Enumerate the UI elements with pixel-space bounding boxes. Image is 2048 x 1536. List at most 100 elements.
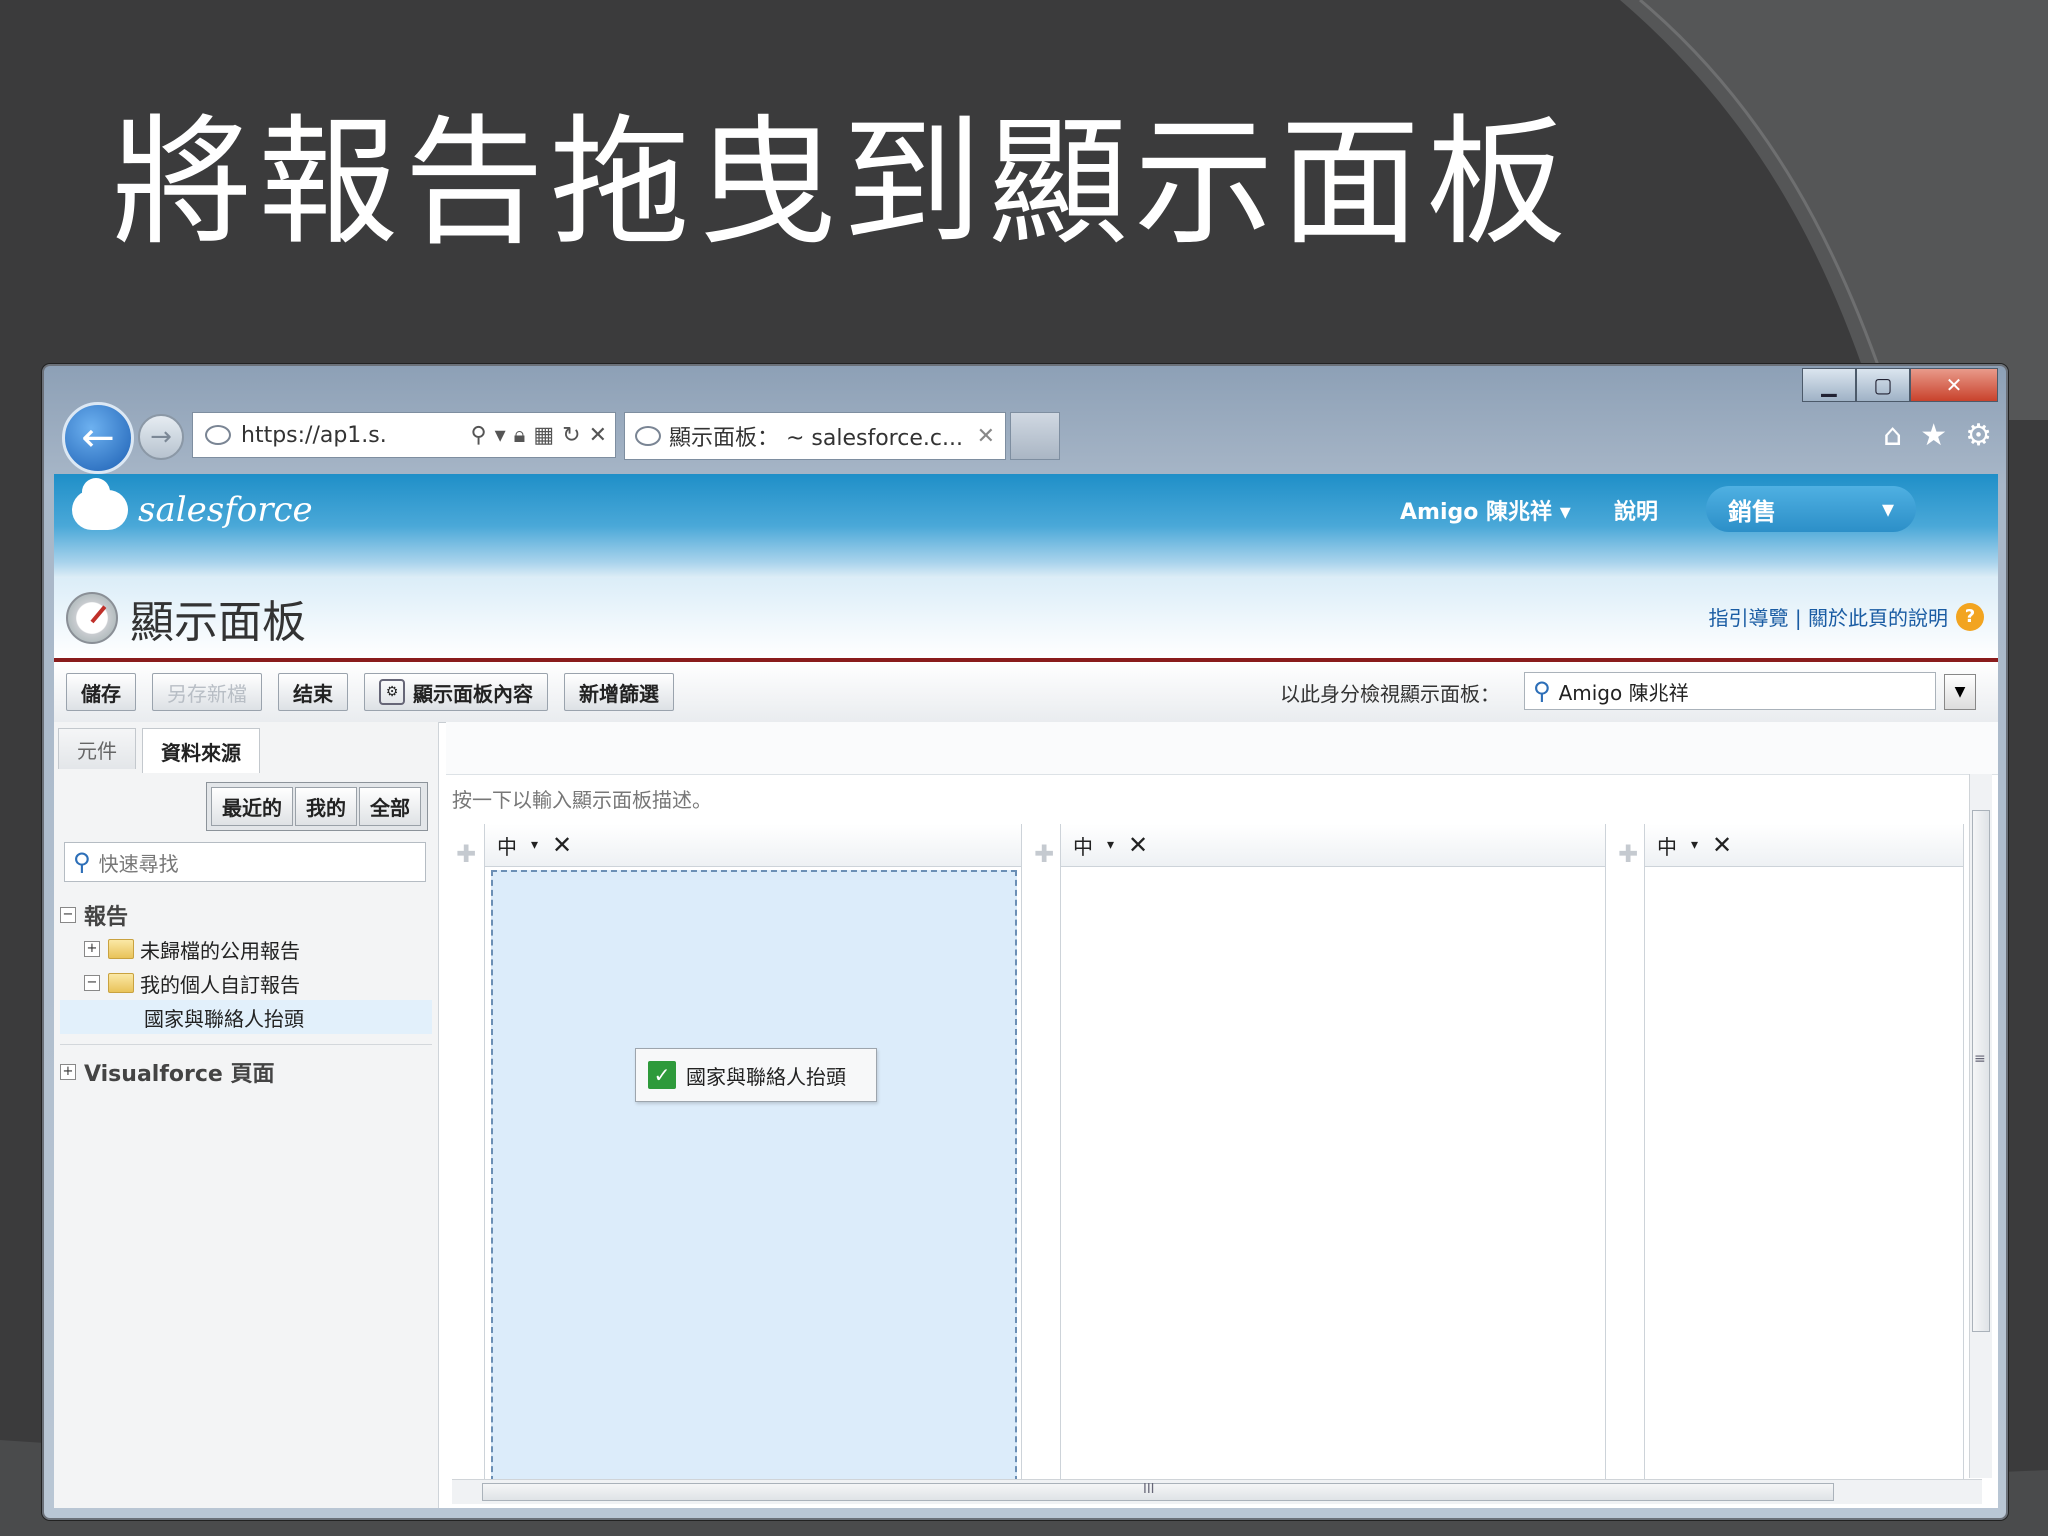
- add-column-icon[interactable]: ✚: [1034, 840, 1054, 868]
- filter-recent[interactable]: 最近的: [211, 787, 293, 826]
- add-filter-button[interactable]: 新增篩選: [564, 673, 674, 711]
- dashboard-canvas: 按一下以輸入顯示面板描述。 ✚ 中 ▾ ✕ ✓ 國家與聯絡人抬頭 ✚ 中 ▾ ✕…: [446, 722, 1998, 1508]
- tree-label: 未歸檔的公用報告: [140, 938, 300, 963]
- description-prompt[interactable]: 按一下以輸入顯示面板描述。: [452, 784, 712, 813]
- tree-node-report-item[interactable]: 國家與聯絡人抬頭: [60, 1000, 432, 1034]
- source-tree: − 報告 + 未歸檔的公用報告 − 我的個人自訂報告 國家與聯絡人抬頭 + Vi…: [60, 898, 432, 1089]
- close-icon[interactable]: ✕: [1910, 368, 1998, 402]
- close-button[interactable]: 结束: [278, 673, 348, 711]
- arrow-left-icon: ←: [81, 415, 115, 461]
- view-as-value: Amigo 陳兆祥: [1558, 680, 1689, 705]
- browser-toolbar-icons: ⌂ ★ ⚙: [1883, 418, 1992, 453]
- chevron-down-icon[interactable]: ▾: [495, 423, 506, 448]
- tree-node-personal[interactable]: − 我的個人自訂報告: [60, 966, 432, 1000]
- view-as-label: 以此身分檢視顯示面板：: [1280, 682, 1500, 706]
- scroll-thumb[interactable]: ≡: [1972, 810, 1990, 1332]
- data-source-panel: 元件 資料來源 最近的 我的 全部 ⚲ 快速尋找 − 報告 + 未歸檔的公用報告…: [54, 722, 439, 1508]
- dashboard-column-3: 中 ▾ ✕: [1644, 824, 1964, 1482]
- tree-label: 我的個人自訂報告: [140, 972, 300, 997]
- tab-data-sources[interactable]: 資料來源: [142, 728, 260, 773]
- save-button[interactable]: 儲存: [66, 673, 136, 711]
- chevron-down-icon[interactable]: ▾: [531, 837, 538, 853]
- add-column-icon[interactable]: ✚: [456, 840, 476, 868]
- maximize-icon[interactable]: ▢: [1856, 368, 1910, 402]
- quick-find-placeholder: 快速尋找: [98, 851, 179, 876]
- salesforce-logo[interactable]: salesforce: [72, 478, 313, 530]
- scroll-grip-icon: III: [1143, 1482, 1155, 1497]
- browser-tab[interactable]: 顯示面板： ~ salesforce.c... ✕: [624, 412, 1006, 460]
- tree-divider: [60, 1044, 432, 1045]
- tree-label: 報告: [84, 905, 129, 930]
- logo-text: salesforce: [138, 490, 313, 530]
- dashboard-column-1: 中 ▾ ✕ ✓ 國家與聯絡人抬頭: [484, 824, 1022, 1482]
- help-link[interactable]: 說明: [1614, 494, 1658, 526]
- add-column-icon[interactable]: ✚: [1618, 840, 1638, 868]
- forward-button[interactable]: →: [138, 414, 184, 460]
- gear-icon: ⚙: [379, 679, 405, 705]
- column-size[interactable]: 中: [1073, 831, 1093, 860]
- delete-column-icon[interactable]: ✕: [1712, 831, 1732, 859]
- vertical-scrollbar[interactable]: ≡: [1969, 774, 1992, 1478]
- help-links-text[interactable]: 指引導覽 | 關於此頁的說明: [1709, 602, 1948, 631]
- refresh-icon[interactable]: ↻: [562, 423, 580, 448]
- new-tab-button[interactable]: [1010, 412, 1060, 460]
- tree-node-visualforce[interactable]: + Visualforce 頁面: [60, 1055, 432, 1089]
- tab-components[interactable]: 元件: [58, 728, 136, 769]
- tree-label: Visualforce 頁面: [84, 1062, 275, 1087]
- save-as-button[interactable]: 另存新檔: [152, 673, 262, 711]
- compatibility-icon[interactable]: ▦: [533, 423, 554, 448]
- slide-title: 將報告拖曳到顯示面板: [112, 102, 1573, 265]
- column-header: 中 ▾ ✕: [1061, 824, 1605, 867]
- expand-icon[interactable]: +: [84, 941, 100, 957]
- column-size[interactable]: 中: [1657, 831, 1677, 860]
- address-bar[interactable]: https://ap1.s. ⚲ ▾ 🔒︎ ▦ ↻ ✕: [192, 412, 616, 458]
- app-name: 銷售: [1728, 497, 1776, 526]
- column-header: 中 ▾ ✕: [485, 824, 1021, 867]
- gear-icon[interactable]: ⚙: [1965, 418, 1992, 453]
- view-as-dropdown[interactable]: ▼: [1944, 674, 1976, 710]
- chevron-down-icon[interactable]: ▾: [1691, 837, 1698, 853]
- address-url[interactable]: https://ap1.s.: [241, 423, 470, 448]
- open-folder-icon: [108, 973, 134, 993]
- filter-all[interactable]: 全部: [359, 787, 421, 826]
- tree-node-reports[interactable]: − 報告: [60, 898, 432, 932]
- app-header: salesforce Amigo 陳兆祥 ▾ 說明 銷售 ▾: [54, 474, 1998, 578]
- tree-label: 國家與聯絡人抬頭: [144, 1006, 304, 1031]
- horizontal-scrollbar[interactable]: III: [452, 1479, 1982, 1504]
- tab-title: 顯示面板： ~ salesforce.c...: [669, 426, 963, 451]
- chevron-down-icon: ▾: [1559, 500, 1571, 525]
- dragged-report-chip[interactable]: ✓ 國家與聯絡人抬頭: [635, 1048, 877, 1102]
- page-icon: [205, 425, 231, 445]
- chevron-down-icon: ▼: [1954, 684, 1966, 700]
- user-menu[interactable]: Amigo 陳兆祥 ▾: [1400, 494, 1571, 526]
- view-as-input[interactable]: ⚲ Amigo 陳兆祥: [1524, 672, 1936, 710]
- delete-column-icon[interactable]: ✕: [552, 831, 572, 859]
- chevron-down-icon[interactable]: ▾: [1107, 837, 1114, 853]
- lock-icon[interactable]: 🔒︎: [514, 423, 526, 448]
- app-switcher[interactable]: 銷售 ▾: [1706, 486, 1916, 532]
- star-icon[interactable]: ★: [1920, 418, 1947, 453]
- quick-find-input[interactable]: ⚲ 快速尋找: [64, 842, 426, 882]
- tree-node-unfiled[interactable]: + 未歸檔的公用報告: [60, 932, 432, 966]
- dragged-report-label: 國家與聯絡人抬頭: [686, 1064, 846, 1089]
- search-icon[interactable]: ⚲: [470, 423, 486, 448]
- scroll-thumb[interactable]: III: [482, 1482, 1834, 1501]
- search-icon: ⚲: [73, 848, 91, 876]
- minimize-icon[interactable]: ▁: [1802, 368, 1856, 402]
- user-name: Amigo 陳兆祥: [1400, 500, 1553, 525]
- column-size[interactable]: 中: [497, 831, 517, 860]
- drop-zone[interactable]: ✓ 國家與聯絡人抬頭: [491, 870, 1017, 1482]
- collapse-icon[interactable]: −: [60, 907, 76, 923]
- tab-close-icon[interactable]: ✕: [977, 424, 1005, 449]
- question-icon[interactable]: ?: [1956, 602, 1984, 631]
- back-button[interactable]: ←: [62, 402, 134, 474]
- dashboard-properties-button[interactable]: ⚙ 顯示面板內容: [364, 673, 548, 711]
- stop-icon[interactable]: ✕: [589, 423, 607, 448]
- dashboard-gauge-icon: [66, 592, 118, 644]
- delete-column-icon[interactable]: ✕: [1128, 831, 1148, 859]
- dashboard-column-2: 中 ▾ ✕: [1060, 824, 1606, 1482]
- collapse-icon[interactable]: −: [84, 975, 100, 991]
- home-icon[interactable]: ⌂: [1883, 418, 1902, 453]
- filter-mine[interactable]: 我的: [295, 787, 357, 826]
- expand-icon[interactable]: +: [60, 1064, 76, 1080]
